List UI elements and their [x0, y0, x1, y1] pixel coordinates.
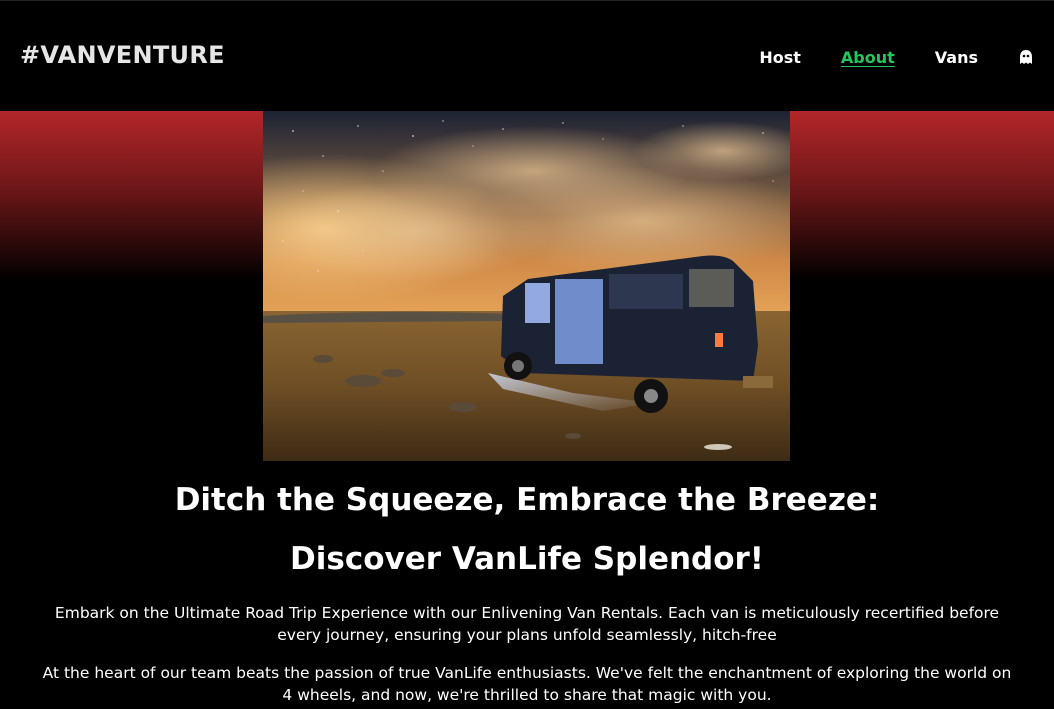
nav-link-about[interactable]: About [841, 48, 895, 67]
nav-link-host[interactable]: Host [759, 48, 801, 67]
page-heading-line2: Discover VanLife Splendor! [290, 541, 764, 577]
page-heading-line1: Ditch the Squeeze, Embrace the Breeze: [174, 482, 880, 518]
main-nav: Host About Vans [719, 48, 1034, 67]
site-header: #VANVENTURE Host About Vans [0, 0, 1054, 111]
team-paragraph: At the heart of our team beats the passi… [42, 664, 1012, 704]
ghost-icon[interactable] [1018, 49, 1034, 66]
nav-link-vans[interactable]: Vans [935, 48, 978, 67]
intro-paragraph: Embark on the Ultimate Road Trip Experie… [54, 604, 1000, 644]
page: #VANVENTURE Host About Vans Ditch the Sq… [0, 0, 1054, 709]
hero-van-image [263, 111, 790, 461]
site-logo[interactable]: #VANVENTURE [20, 41, 225, 69]
